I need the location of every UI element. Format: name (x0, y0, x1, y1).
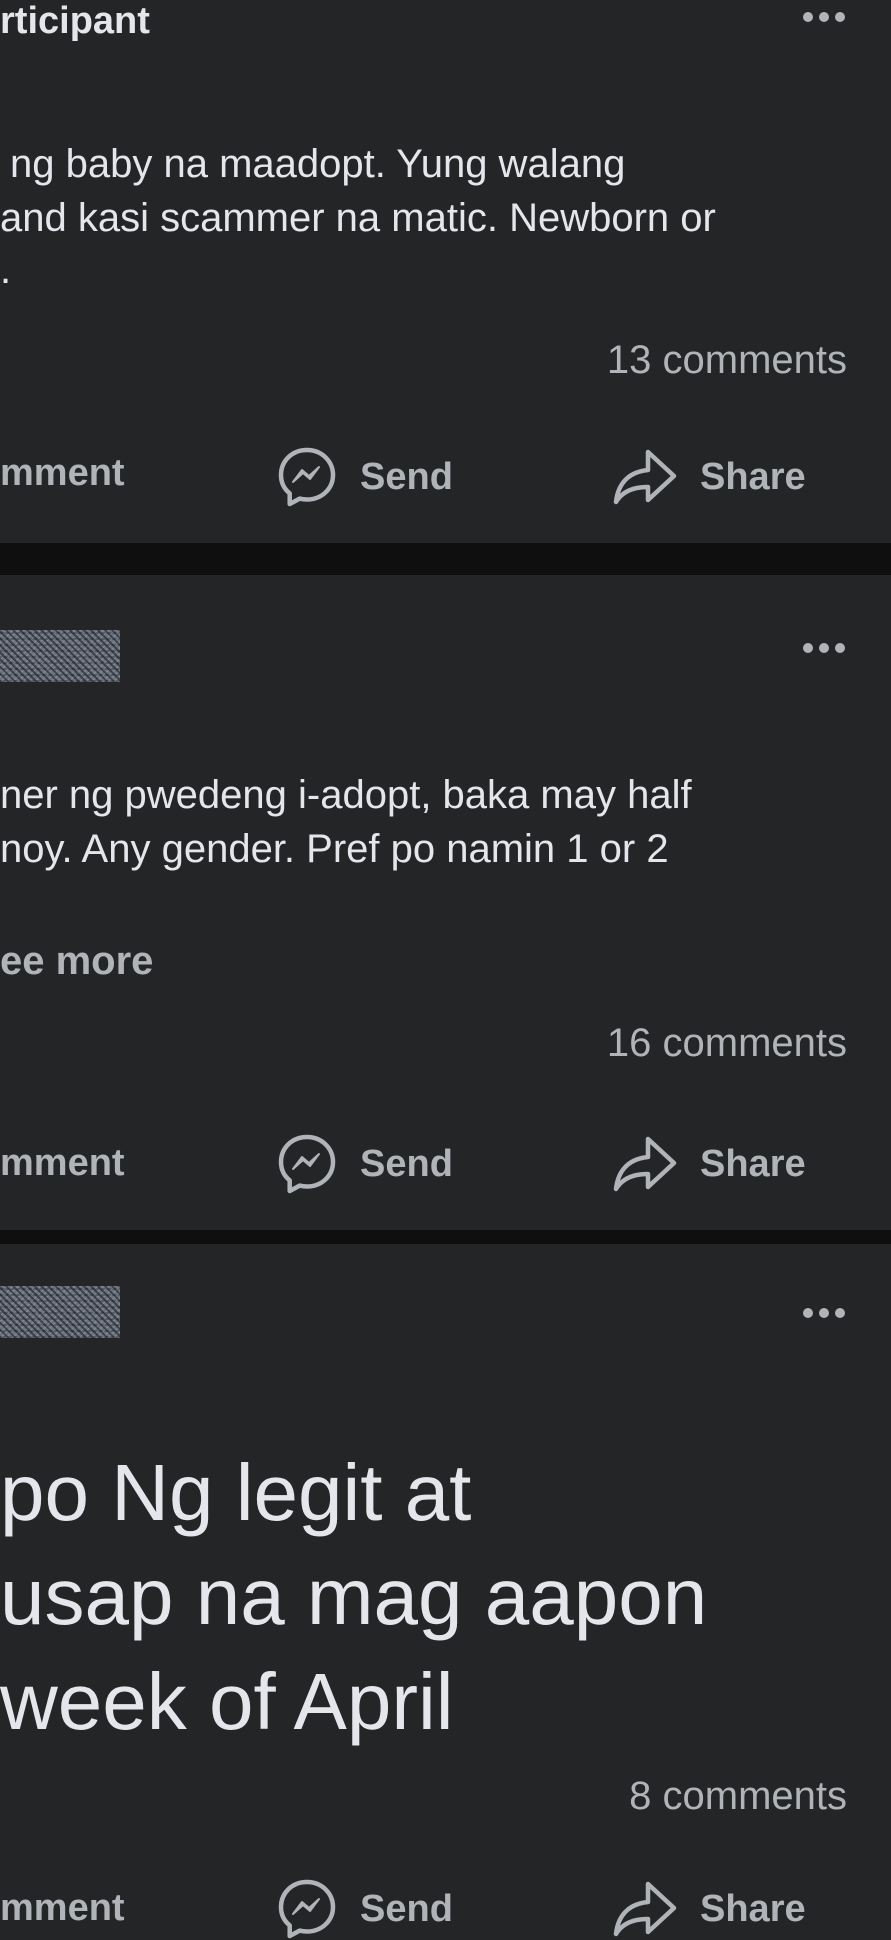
post-large-text-line: po Ng legit at (0, 1448, 472, 1537)
messenger-icon (276, 1133, 338, 1195)
more-options-icon[interactable] (803, 1308, 845, 1318)
share-button-label: Share (700, 1142, 806, 1185)
post-3: po Ng legit at usap na mag aapon week of… (0, 1244, 891, 1939)
redacted-author-name (0, 630, 120, 682)
send-button-label: Send (360, 1887, 453, 1930)
redacted-author-name (0, 1286, 120, 1338)
post-author-name[interactable]: rticipant (0, 0, 150, 43)
send-button[interactable]: Send (276, 1878, 453, 1940)
post-body-line: . (0, 248, 12, 292)
comment-count[interactable]: 13 comments (607, 338, 847, 383)
post-divider (0, 1230, 891, 1244)
more-options-icon[interactable] (803, 12, 845, 22)
comment-button-label: mment (0, 1142, 125, 1184)
more-options-icon[interactable] (803, 643, 845, 653)
messenger-icon (276, 446, 338, 508)
send-button[interactable]: Send (276, 1133, 453, 1195)
comment-button[interactable]: mment (0, 1142, 125, 1185)
post-1: rticipant ng baby na maadopt. Yung walan… (0, 0, 891, 507)
send-button[interactable]: Send (276, 446, 453, 508)
post-2: ner ng pwedeng i-adopt, baka may half no… (0, 575, 891, 1230)
comment-count[interactable]: 8 comments (629, 1774, 847, 1819)
post-divider (0, 543, 891, 575)
see-more-link[interactable]: ee more (0, 939, 153, 984)
comment-button[interactable]: mment (0, 1887, 125, 1930)
share-button[interactable]: Share (612, 446, 806, 508)
post-large-text-line: week of April (0, 1657, 454, 1746)
comment-count[interactable]: 16 comments (607, 1021, 847, 1066)
send-button-label: Send (360, 1142, 453, 1185)
post-large-text-line: usap na mag aapon (0, 1552, 708, 1641)
comment-button-label: mment (0, 452, 125, 494)
post-body-line: ner ng pwedeng i-adopt, baka may half (0, 773, 692, 817)
messenger-icon (276, 1878, 338, 1940)
share-arrow-icon (612, 1133, 678, 1195)
share-arrow-icon (612, 446, 678, 508)
comment-button-label: mment (0, 1887, 125, 1929)
post-body-line: and kasi scammer na matic. Newborn or (0, 196, 716, 240)
share-button[interactable]: Share (612, 1878, 806, 1940)
post-body-line: ng baby na maadopt. Yung walang (10, 142, 626, 186)
post-body-line: noy. Any gender. Pref po namin 1 or 2 (0, 827, 669, 871)
comment-button[interactable]: mment (0, 452, 125, 495)
share-button[interactable]: Share (612, 1133, 806, 1195)
send-button-label: Send (360, 455, 453, 498)
share-button-label: Share (700, 455, 806, 498)
share-button-label: Share (700, 1887, 806, 1930)
share-arrow-icon (612, 1878, 678, 1940)
